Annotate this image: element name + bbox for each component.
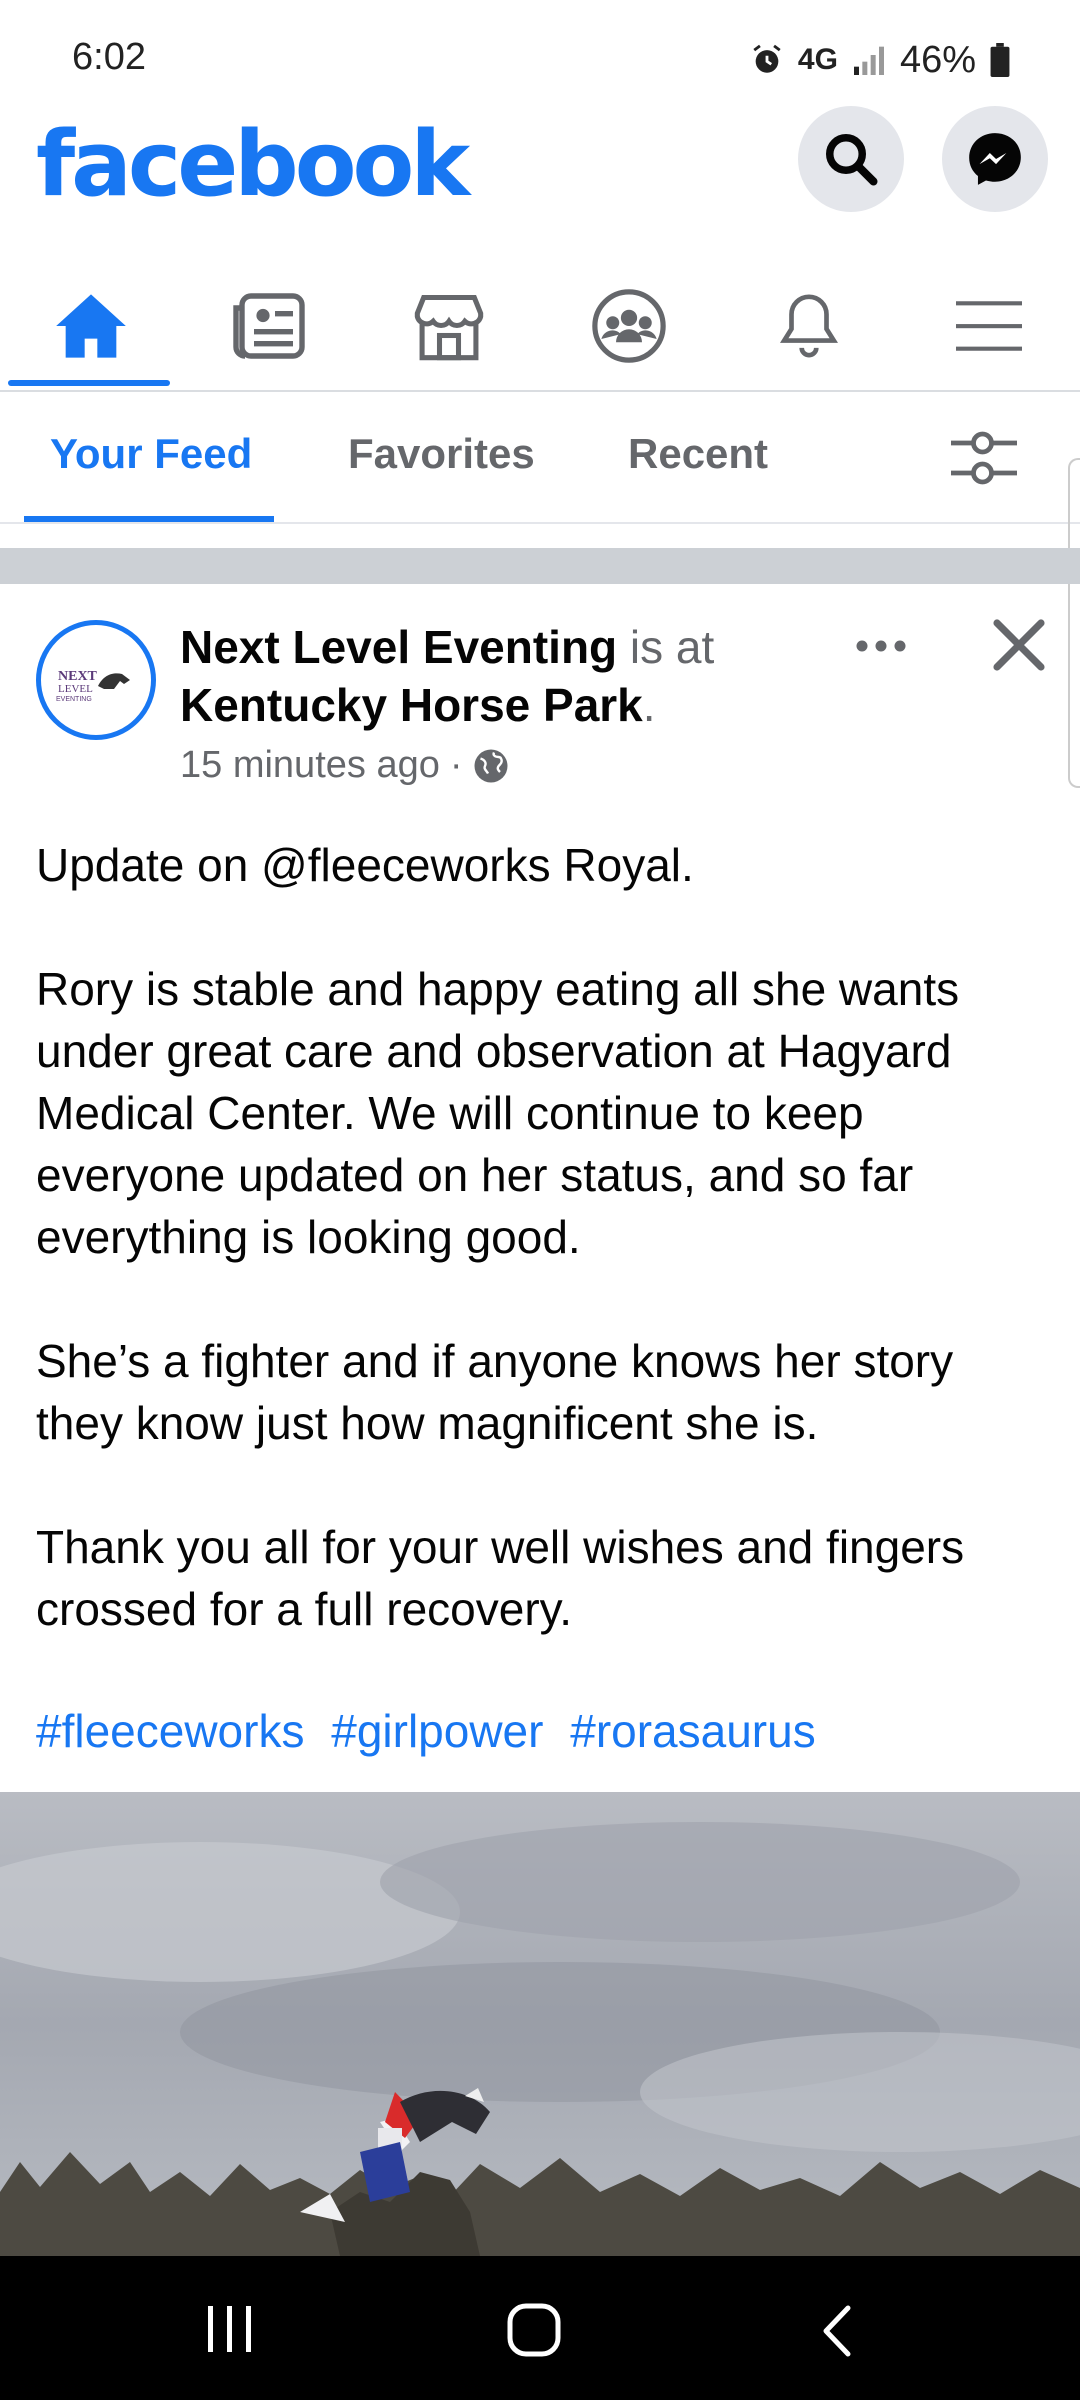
- post-header: Next Level Eventing is at Kentucky Horse…: [180, 618, 860, 734]
- svg-text:LEVEL: LEVEL: [58, 683, 93, 695]
- main-nav: [0, 262, 1080, 392]
- back-icon[interactable]: [818, 2304, 858, 2358]
- status-time: 6:02: [72, 36, 146, 78]
- nav-news[interactable]: [184, 262, 354, 390]
- messenger-button[interactable]: [942, 106, 1048, 212]
- feed-separator: [0, 548, 1080, 584]
- status-icons: 4G 46%: [750, 36, 1010, 84]
- nav-home[interactable]: [6, 262, 176, 390]
- post-text: Update on @fleeceworks Royal. Rory is st…: [36, 839, 965, 1635]
- filter-icon: [951, 431, 1017, 485]
- tab-your-feed[interactable]: Your Feed: [50, 430, 252, 478]
- post-photo[interactable]: [0, 1792, 1080, 2256]
- post-hashtags: #fleeceworks #girlpower #rorasaurus: [36, 1700, 830, 1762]
- alarm-icon: [753, 44, 781, 73]
- nav-marketplace[interactable]: [364, 262, 534, 390]
- nav-groups[interactable]: [544, 262, 714, 390]
- post-is-at: is at: [629, 621, 715, 673]
- nav-notifications[interactable]: [724, 262, 894, 390]
- search-button[interactable]: [798, 106, 904, 212]
- facebook-logo[interactable]: facebook: [36, 112, 470, 217]
- nav-active-indicator: [8, 380, 170, 386]
- menu-icon: [956, 301, 1022, 351]
- post-more-button[interactable]: [848, 616, 914, 676]
- signal-icon: [853, 46, 884, 75]
- horse-jump-photo: [0, 1792, 1080, 2256]
- hashtag-link[interactable]: #fleeceworks: [36, 1705, 304, 1757]
- post-hide-button[interactable]: [986, 612, 1052, 678]
- scroll-handle[interactable]: [1068, 458, 1080, 788]
- network-label: 4G: [797, 43, 838, 76]
- post-meta: 15 minutes ago ·: [180, 744, 509, 787]
- post-author[interactable]: Next Level Eventing: [180, 621, 617, 673]
- recent-apps-icon[interactable]: [204, 2304, 256, 2354]
- post-location[interactable]: Kentucky Horse Park: [180, 679, 643, 731]
- nav-menu[interactable]: [904, 262, 1074, 390]
- battery-percent: 46%: [899, 38, 976, 81]
- search-icon: [826, 134, 878, 186]
- home-button-icon[interactable]: [506, 2302, 562, 2358]
- post-meta-separator: ·: [449, 744, 463, 786]
- page-avatar[interactable]: NEXT LEVEL EVENTING: [36, 620, 156, 740]
- feed-filter-button[interactable]: [948, 428, 1020, 493]
- hashtag-link[interactable]: #rorasaurus: [570, 1705, 815, 1757]
- status-bar: 6:02 4G 46%: [0, 0, 1080, 110]
- more-icon: [856, 640, 906, 652]
- feed-tab-indicator: [24, 516, 274, 522]
- messenger-icon: [969, 133, 1021, 185]
- post-location-suffix: .: [642, 679, 656, 731]
- home-icon: [56, 294, 126, 358]
- groups-icon: [592, 289, 666, 363]
- post-timestamp[interactable]: 15 minutes ago: [180, 744, 440, 787]
- svg-text:NEXT: NEXT: [58, 669, 98, 684]
- close-icon: [993, 619, 1045, 671]
- hashtag-link[interactable]: #girlpower: [331, 1705, 543, 1757]
- news-icon: [233, 293, 305, 359]
- bell-icon: [779, 294, 839, 358]
- tab-recent[interactable]: Recent: [628, 430, 768, 478]
- battery-icon: [990, 43, 1010, 77]
- next-level-eventing-logo: NEXT LEVEL EVENTING: [56, 669, 130, 703]
- system-nav-bar: [0, 2256, 1080, 2400]
- feed-tabs: Your Feed Favorites Recent: [0, 392, 1080, 524]
- marketplace-icon: [414, 294, 484, 361]
- tab-favorites[interactable]: Favorites: [348, 430, 535, 478]
- svg-text:EVENTING: EVENTING: [56, 696, 92, 703]
- globe-icon: [474, 749, 507, 782]
